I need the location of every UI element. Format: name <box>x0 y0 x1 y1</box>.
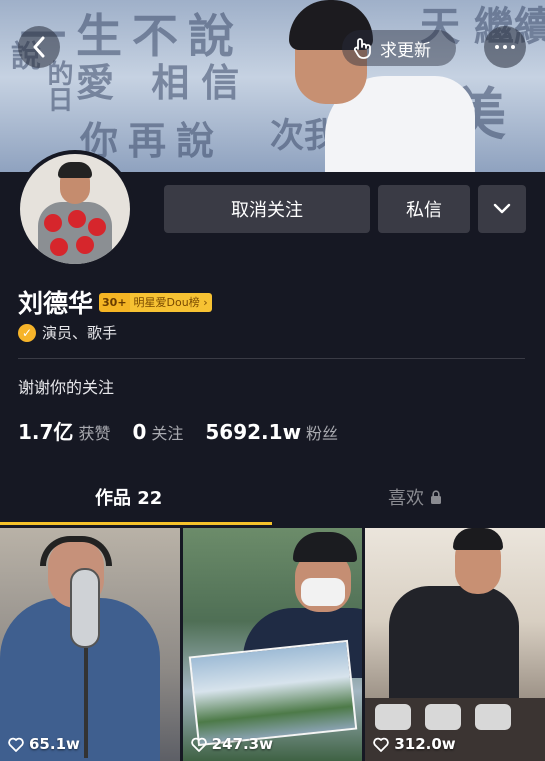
rank-badge[interactable]: 30+ 明星爱Dou榜 › <box>99 292 212 312</box>
stat-following[interactable]: 0 关注 <box>132 420 183 444</box>
stat-label: 关注 <box>151 424 184 443</box>
heart-icon <box>373 737 390 752</box>
video-thumbnail[interactable]: 65.1w <box>0 528 180 761</box>
stats-row: 1.7亿 获赞 0 关注 5692.1w 粉丝 <box>18 416 360 445</box>
verified-text: 演员、歌手 <box>42 324 118 342</box>
video-thumbnail[interactable]: 247.3w <box>182 528 363 761</box>
message-button[interactable]: 私信 <box>378 185 470 233</box>
tab-likes-label: 喜欢 <box>388 488 424 509</box>
rank-number: 30+ <box>99 292 130 312</box>
bio-text: 谢谢你的关注 <box>18 378 115 397</box>
name-row: 刘德华 30+ 明星爱Dou榜 › <box>18 284 212 320</box>
stat-likes[interactable]: 1.7亿 获赞 <box>18 416 110 445</box>
tab-works[interactable]: 作品 22 <box>95 484 162 510</box>
chevron-down-icon <box>493 203 511 214</box>
more-options-button[interactable] <box>484 26 526 68</box>
video-likes: 312.0w <box>373 735 456 753</box>
profile-name: 刘德华 <box>18 289 94 318</box>
divider <box>18 358 525 359</box>
verified-check-icon: ✓ <box>18 323 36 342</box>
more-dots-icon <box>495 45 499 49</box>
stat-value: 0 <box>132 420 147 444</box>
stat-followers[interactable]: 5692.1w 粉丝 <box>205 420 338 444</box>
rank-label: 明星爱Dou榜 › <box>129 292 212 312</box>
unfollow-button[interactable]: 取消关注 <box>164 185 370 233</box>
request-update-label: 求更新 <box>380 40 431 61</box>
back-button[interactable] <box>18 26 60 68</box>
heart-icon <box>190 737 207 752</box>
video-likes-count: 65.1w <box>29 735 80 753</box>
stat-label: 获赞 <box>78 424 111 443</box>
stat-value: 1.7亿 <box>18 420 74 444</box>
banner-calligraphy: 的日 <box>43 60 73 112</box>
heart-icon <box>8 737 24 752</box>
more-dots-icon <box>511 45 515 49</box>
banner-portrait <box>275 0 475 172</box>
video-thumbnail[interactable]: 312.0w <box>365 528 545 761</box>
video-grid: 65.1w 247.3w 312.0w <box>0 528 545 761</box>
stat-label: 粉丝 <box>306 424 339 443</box>
video-likes-count: 312.0w <box>394 735 456 753</box>
video-likes: 65.1w <box>8 735 80 753</box>
banner-calligraphy: 愛 相信 <box>76 60 252 105</box>
more-dots-icon <box>503 45 507 49</box>
avatar[interactable] <box>16 150 134 268</box>
hand-pointer-icon <box>353 38 371 59</box>
tab-likes[interactable]: 喜欢 <box>388 484 442 510</box>
video-likes-count: 247.3w <box>211 735 273 753</box>
chevron-left-icon <box>33 36 45 58</box>
active-tab-indicator <box>0 522 272 525</box>
video-likes: 247.3w <box>190 735 273 753</box>
request-update-button[interactable]: 求更新 <box>342 30 456 66</box>
avatar-image <box>20 154 130 264</box>
recommend-dropdown-button[interactable] <box>478 185 526 233</box>
profile-banner: 一生不說 愛 相信 你再說 天 繼續 美 次我 說 的日 <box>0 0 545 172</box>
lock-icon <box>431 490 441 504</box>
verification-row: ✓ 演员、歌手 <box>18 322 117 343</box>
stat-value: 5692.1w <box>205 420 302 444</box>
